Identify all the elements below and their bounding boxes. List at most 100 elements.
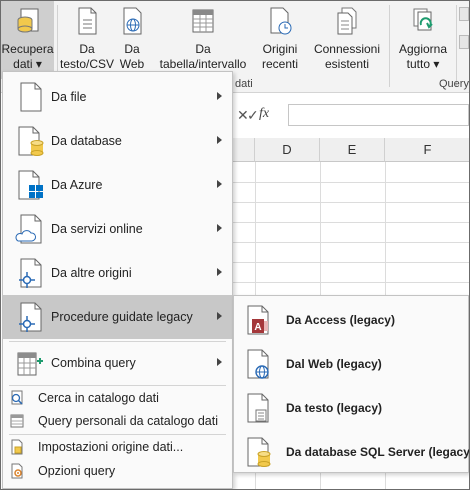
menu-item-da-file[interactable]: Da file [3,75,232,119]
submenu-item-da-access[interactable]: A Da Access (legacy) [234,298,468,342]
group-label-query: Query [439,78,469,90]
menu-item-label: Combina query [51,356,136,370]
recent-sources-icon [270,7,292,35]
combine-query-icon [17,352,43,376]
da-web-button[interactable]: Da Web [116,1,148,79]
access-icon: A [247,305,269,335]
grid-line [233,222,469,223]
menu-item-da-altre-origini[interactable]: Da altre origini [3,251,232,295]
grid-line [233,282,469,283]
submenu-item-label: Da Access (legacy) [286,313,395,327]
column-header-d[interactable]: D [255,138,320,162]
menu-item-label: Procedure guidate legacy [51,310,193,324]
aggiorna-label-2: tutto ▾ [406,57,440,71]
origini-label-1: Origini [262,42,298,56]
file-icon [20,82,42,112]
table-icon [192,9,214,33]
connessioni-label-2: esistenti [324,57,370,71]
menu-item-procedure-guidate-legacy[interactable]: Procedure guidate legacy [3,295,232,339]
menu-item-label: Impostazioni origine dati... [38,440,184,454]
text-file-icon [78,7,97,35]
menu-item-impostazioni-origine[interactable]: Impostazioni origine dati... [3,436,232,458]
connessioni-label-1: Connessioni [313,42,381,56]
menu-item-label: Opzioni query [38,464,116,478]
chevron-right-icon [217,224,222,232]
function-icon[interactable]: fx [259,106,269,122]
menu-item-da-database[interactable]: Da database [3,119,232,163]
other-sources-icon [19,258,42,288]
recupera-label-2: dati ▾ [13,57,42,71]
sql-server-icon [247,437,271,467]
ribbon-small-button[interactable] [459,7,469,21]
formula-input[interactable] [288,104,469,126]
existing-connections-icon [337,7,357,35]
cloud-icon [15,214,42,244]
menu-item-label: Da database [51,134,122,148]
database-get-icon [17,8,38,33]
enter-icon[interactable]: ✓ [247,107,259,124]
search-catalog-icon [11,390,23,405]
refresh-all-icon [413,8,433,31]
ribbon-small-button[interactable] [459,35,469,49]
web-page-icon [123,7,142,35]
da-tabella-intervallo-button[interactable]: Da tabella/intervallo [153,1,253,79]
aggiorna-tutto-button[interactable]: Aggiorna tutto ▾ [393,1,453,79]
menu-separator [9,434,226,435]
grid-line [233,182,469,183]
aggiorna-label-1: Aggiorna [398,42,448,56]
origini-recenti-button[interactable]: Origini recenti [257,1,303,79]
azure-icon [18,170,43,200]
web-label-2: Web [119,57,145,71]
data-source-settings-icon [11,439,23,455]
recupera-dati-menu: Da file Da database Da Azure Da servizi … [2,71,233,489]
tabella-label-2: tabella/intervallo [159,57,247,71]
text-legacy-icon [247,393,269,423]
web-legacy-icon [247,349,269,379]
group-label-dati: dati [235,78,253,90]
submenu-item-da-testo[interactable]: Da testo (legacy) [234,386,468,430]
connessioni-esistenti-button[interactable]: Connessioni esistenti [311,1,383,79]
menu-item-da-azure[interactable]: Da Azure [3,163,232,207]
menu-item-da-servizi-online[interactable]: Da servizi online [3,207,232,251]
menu-item-opzioni-query[interactable]: Opzioni query [3,460,232,482]
recupera-dati-button[interactable]: Recupera dati ▾ [1,1,54,79]
menu-item-cerca-catalogo[interactable]: Cerca in catalogo dati [3,387,232,409]
excel-window: Recupera dati ▾ Da testo/CSV Da Web Da t… [0,0,470,490]
submenu-item-label: Dal Web (legacy) [286,357,382,371]
ribbon-separator [389,5,390,87]
menu-item-label: Da Azure [51,178,103,192]
chevron-right-icon [217,358,222,366]
grid-line [233,262,469,263]
menu-item-query-personali[interactable]: Query personali da catalogo dati [3,410,232,432]
column-header[interactable] [233,138,255,162]
menu-item-label: Da altre origini [51,266,132,280]
menu-item-label: Da servizi online [51,222,143,236]
testo-csv-label-1: Da [79,42,95,56]
submenu-item-da-sql-server[interactable]: Da database SQL Server (legacy) [234,430,469,474]
column-header-f[interactable]: F [385,138,469,162]
submenu-item-dal-web[interactable]: Dal Web (legacy) [234,342,468,386]
grid-line [233,202,469,203]
chevron-right-icon [217,268,222,276]
chevron-right-icon [217,180,222,188]
database-icon [18,126,44,156]
ribbon-separator [456,5,457,87]
catalog-query-icon [10,414,24,428]
menu-item-combina-query[interactable]: Combina query [3,341,232,385]
submenu-item-label: Da testo (legacy) [286,401,383,415]
grid-line [233,242,469,243]
chevron-right-icon [217,312,222,320]
testo-csv-label-2: testo/CSV [59,57,115,71]
menu-item-label: Da file [51,90,87,104]
tabella-label-1: Da [195,42,211,56]
legacy-wizards-submenu: A Da Access (legacy) Dal Web (legacy) Da… [233,295,469,473]
svg-text:A: A [254,322,261,333]
chevron-right-icon [217,136,222,144]
da-testo-csv-button[interactable]: Da testo/CSV [59,1,115,79]
menu-item-label: Query personali da catalogo dati [38,414,218,428]
chevron-right-icon [217,92,222,100]
origini-label-2: recenti [261,57,299,71]
recupera-label-1: Recupera [1,42,54,56]
column-header-e[interactable]: E [320,138,385,162]
menu-item-label: Cerca in catalogo dati [38,391,159,405]
